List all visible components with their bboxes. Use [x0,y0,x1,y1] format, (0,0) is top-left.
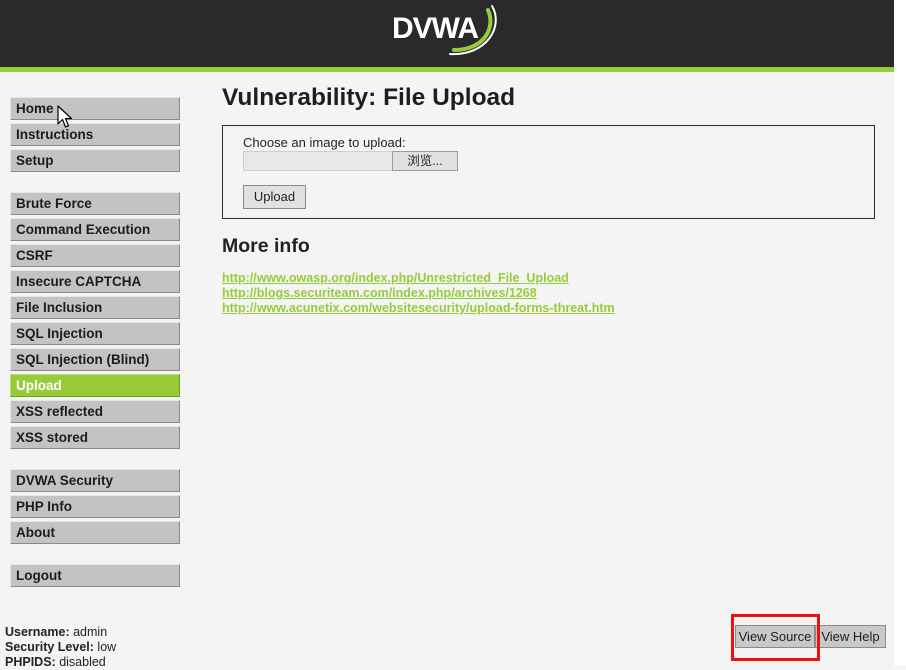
sidebar-item-home[interactable]: Home [10,97,180,120]
phpids-value: disabled [59,655,106,669]
sidebar-item-setup[interactable]: Setup [10,149,180,172]
upload-form: Choose an image to upload: 浏览... Upload [222,125,875,219]
browse-button[interactable]: 浏览... [392,151,458,171]
sidebar-item-dvwa-security[interactable]: DVWA Security [10,469,180,492]
sidebar-item-upload[interactable]: Upload [10,374,180,397]
view-source-button[interactable]: View Source [735,625,815,648]
dvwa-logo: DVWA [392,4,502,58]
file-path-field[interactable] [243,151,392,171]
sidebar-item-php-info[interactable]: PHP Info [10,495,180,518]
sidebar-item-instructions[interactable]: Instructions [10,123,180,146]
logo-text: DVWA [392,12,478,45]
phpids-label: PHPIDS: [5,655,56,669]
sidebar-item-insecure-captcha[interactable]: Insecure CAPTCHA [10,270,180,293]
sidebar-item-command-execution[interactable]: Command Execution [10,218,180,241]
sidebar-item-sql-injection[interactable]: SQL Injection [10,322,180,345]
upload-label: Choose an image to upload: [243,135,406,150]
security-level-row: Security Level: low [5,640,116,655]
sidebar-item-logout[interactable]: Logout [10,564,180,587]
more-info-heading: More info [222,235,310,257]
username-row: Username: admin [5,625,116,640]
sidebar-item-xss-stored[interactable]: XSS stored [10,426,180,449]
username-value: admin [73,625,108,639]
upload-button[interactable]: Upload [243,185,306,209]
page-title: Vulnerability: File Upload [222,84,516,111]
sidebar-item-xss-reflected[interactable]: XSS reflected [10,400,180,423]
view-help-button[interactable]: View Help [815,625,886,648]
info-link-owasp[interactable]: http://www.owasp.org/index.php/Unrestric… [222,271,569,285]
header-accent-strip [0,67,894,72]
window-gutter [894,0,906,666]
sidebar-item-file-inclusion[interactable]: File Inclusion [10,296,180,319]
info-link-acunetix[interactable]: http://www.acunetix.com/websitesecurity/… [222,301,615,315]
sidebar-item-sql-injection-blind[interactable]: SQL Injection (Blind) [10,348,180,371]
info-link-securiteam[interactable]: http://blogs.securiteam.com/index.php/ar… [222,286,537,300]
security-level-value: low [97,640,117,654]
security-level-label: Security Level: [5,640,94,654]
user-status: Username: admin Security Level: low PHPI… [5,625,116,670]
phpids-row: PHPIDS: disabled [5,655,116,670]
sidebar-item-brute-force[interactable]: Brute Force [10,192,180,215]
sidebar-item-csrf[interactable]: CSRF [10,244,180,267]
sidebar-item-about[interactable]: About [10,521,180,544]
mouse-cursor-icon [56,104,74,130]
header-bar: DVWA [0,0,894,67]
username-label: Username: [5,625,70,639]
